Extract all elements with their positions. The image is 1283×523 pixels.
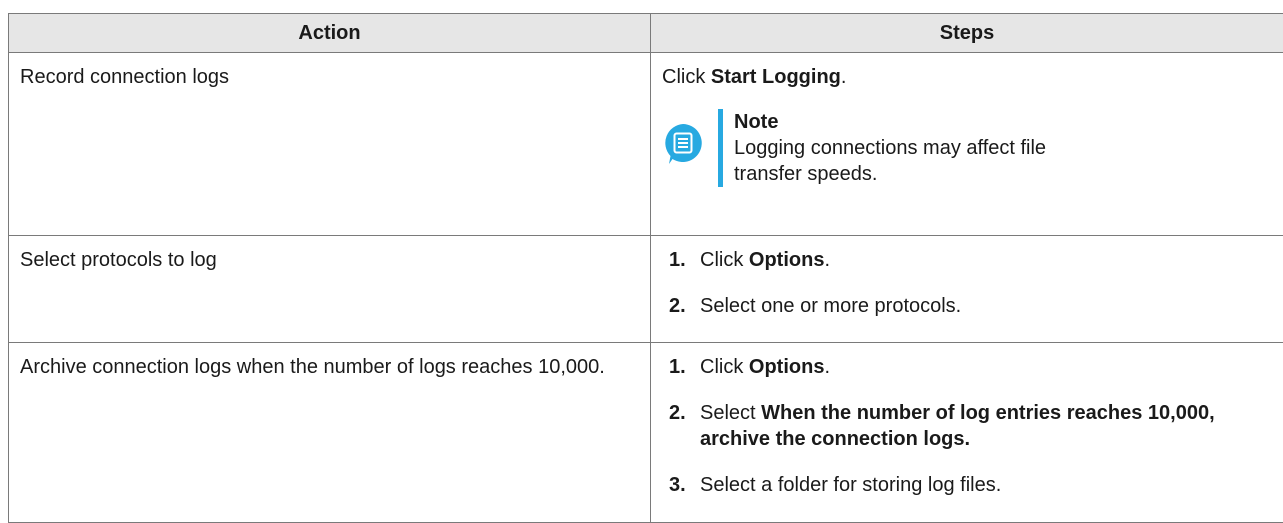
step-text: Select one or more protocols.	[700, 293, 961, 319]
note-box: Note Logging connections may affect file…	[662, 109, 1271, 187]
step-number: 1.	[662, 354, 700, 380]
step-pre: Click	[662, 66, 711, 88]
action-cell: Record connection logs	[9, 53, 651, 236]
step-number: 1.	[662, 247, 700, 273]
step-pre: Select	[700, 402, 761, 424]
step-bold: Options	[749, 356, 825, 378]
step-bold: Options	[749, 249, 825, 271]
actions-table: Action Steps Record connection logs Clic…	[8, 13, 1283, 523]
table-header-row: Action Steps	[9, 14, 1283, 53]
note-title: Note	[734, 109, 1074, 135]
header-action: Action	[9, 14, 651, 53]
note-body: Note Logging connections may affect file…	[718, 109, 1074, 187]
step-post: .	[824, 356, 830, 378]
step-text: Select a folder for storing log files.	[700, 472, 1001, 498]
header-steps: Steps	[651, 14, 1283, 53]
table-row: Select protocols to log 1.Click Options.…	[9, 236, 1283, 343]
step-item: 3.Select a folder for storing log files.	[662, 472, 1271, 498]
note-text: Logging connections may affect file tran…	[734, 135, 1074, 187]
table-row: Archive connection logs when the number …	[9, 343, 1283, 523]
step-item: 1.Click Options.	[662, 354, 1271, 380]
step-item: 1.Click Options.	[662, 247, 1271, 273]
step-bold: When the number of log entries reaches 1…	[700, 402, 1215, 450]
table-row: Record connection logs Click Start Loggi…	[9, 53, 1283, 236]
step-number: 3.	[662, 472, 700, 498]
step-post: .	[824, 249, 830, 271]
step-item: 2.Select When the number of log entries …	[662, 400, 1271, 452]
step-item: 2.Select one or more protocols.	[662, 293, 1271, 319]
step-number: 2.	[662, 400, 700, 452]
step-post: .	[841, 66, 847, 88]
step-text: Click Start Logging.	[662, 64, 1271, 90]
step-number: 2.	[662, 293, 700, 319]
action-cell: Select protocols to log	[9, 236, 651, 343]
steps-cell: 1.Click Options. 2.Select When the numbe…	[651, 343, 1283, 523]
steps-cell: 1.Click Options. 2.Select one or more pr…	[651, 236, 1283, 343]
step-pre: Click	[700, 249, 749, 271]
step-bold: Start Logging	[711, 66, 841, 88]
steps-cell: Click Start Logging. Note Logging connec…	[651, 53, 1283, 236]
step-pre: Click	[700, 356, 749, 378]
action-cell: Archive connection logs when the number …	[9, 343, 651, 523]
note-icon	[662, 122, 704, 166]
